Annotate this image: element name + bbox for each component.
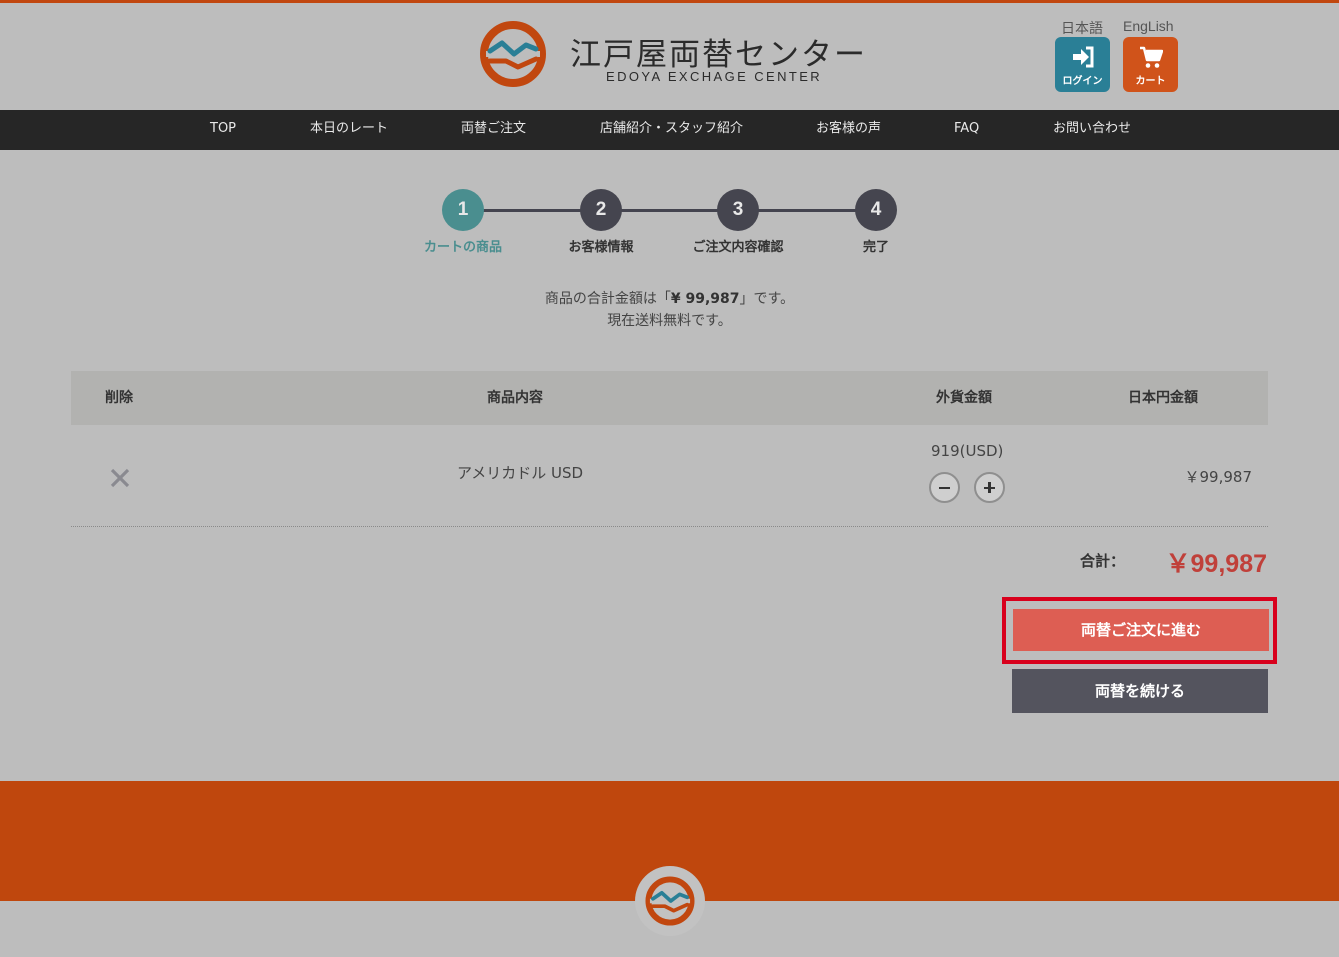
step-1-circle: 1 (442, 189, 484, 231)
summary-suffix: 」です。 (739, 291, 795, 307)
nav-item-contact[interactable]: お問い合わせ (1053, 110, 1131, 150)
header-jpy-amount: 日本円金額 (1128, 390, 1198, 406)
cart-table-header: 削除 商品内容 外貨金額 日本円金額 (71, 371, 1268, 425)
step-2-circle: 2 (580, 189, 622, 231)
total-value: ￥99,987 (1165, 550, 1267, 578)
nav-item-rates[interactable]: 本日のレート (310, 110, 388, 150)
header-foreign-amount: 外貨金額 (936, 390, 992, 406)
total-label: 合計： (1080, 552, 1126, 570)
step-3-circle: 3 (717, 189, 759, 231)
logo-icon[interactable] (478, 19, 548, 89)
step-3-label: ご注文内容確認 (692, 240, 784, 255)
jpy-amount: ￥99,987 (1184, 468, 1253, 486)
site-header: 江戸屋両替センター EDOYA EXCHAGE CENTER 日本語 EngLi… (0, 3, 1339, 110)
shipping-message: 現在送料無料です。 (607, 313, 732, 329)
step-4-label: 完了 (862, 240, 889, 255)
lang-english-link[interactable]: EngLish (1123, 18, 1174, 34)
increase-quantity-button[interactable] (974, 472, 1005, 503)
main-nav: TOP 本日のレート 両替ご注文 店舗紹介・スタッフ紹介 お客様の声 FAQ お… (0, 110, 1339, 150)
step-connector (463, 209, 876, 212)
header-product: 商品内容 (487, 390, 543, 406)
nav-item-top[interactable]: TOP (210, 110, 236, 150)
cart-row: アメリカドル USD 919(USD) ￥99,987 (71, 425, 1268, 527)
cart-label: カート (1135, 76, 1166, 87)
step-4-circle: 4 (855, 189, 897, 231)
logo-subtitle: EDOYA EXCHAGE CENTER (606, 69, 823, 84)
foreign-amount: 919(USD) (931, 442, 1004, 460)
nav-item-order[interactable]: 両替ご注文 (461, 110, 526, 150)
step-2-label: お客様情報 (568, 240, 634, 255)
lang-japanese-link[interactable]: 日本語 (1061, 18, 1103, 38)
summary-prefix: 商品の合計金額は「 (544, 291, 671, 307)
logo-title: 江戸屋両替センター (570, 37, 867, 73)
summary-amount: ¥ 99,987 (670, 291, 740, 307)
continue-shopping-button[interactable]: 両替を続ける (1012, 669, 1268, 713)
cart-icon (1140, 46, 1163, 68)
delete-icon[interactable] (109, 467, 131, 489)
proceed-to-order-button[interactable]: 両替ご注文に進む (1013, 609, 1269, 651)
login-label: ログイン (1062, 76, 1103, 87)
cart-button[interactable]: カート (1123, 37, 1178, 92)
nav-item-voices[interactable]: お客様の声 (816, 110, 881, 150)
cart-total-message: 商品の合計金額は「¥ 99,987」です。 (0, 288, 1339, 308)
step-1-label: カートの商品 (423, 240, 502, 255)
login-button[interactable]: ログイン (1055, 37, 1110, 92)
nav-item-faq[interactable]: FAQ (954, 110, 979, 150)
header-delete: 削除 (105, 390, 133, 406)
footer-logo-icon (645, 876, 695, 926)
nav-item-stores[interactable]: 店舗紹介・スタッフ紹介 (600, 110, 743, 150)
login-icon (1073, 46, 1094, 68)
product-name: アメリカドル USD (457, 464, 584, 482)
footer-logo[interactable] (635, 866, 705, 936)
decrease-quantity-button[interactable] (929, 472, 960, 503)
